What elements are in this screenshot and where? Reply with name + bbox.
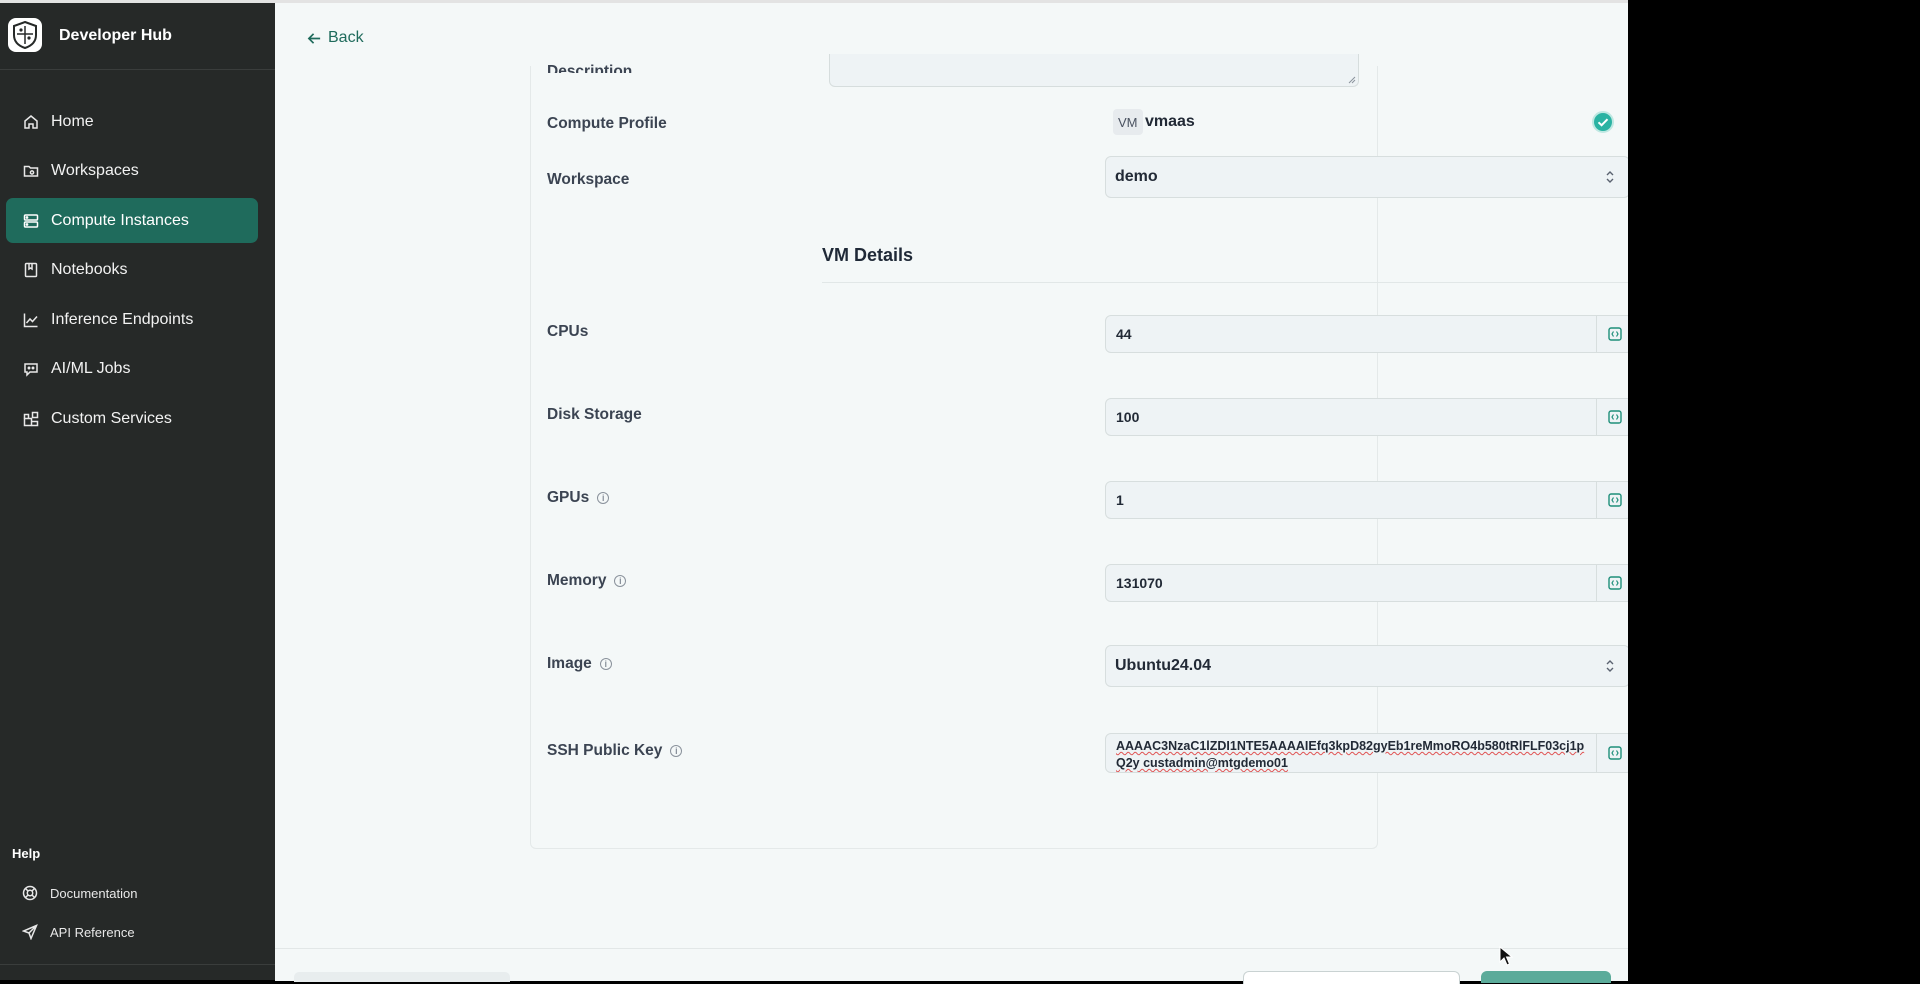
form-footer [275,948,1628,984]
lifebuoy-icon [22,885,38,901]
sidebar: Developer Hub Home Workspaces Compute In… [0,3,275,980]
back-link[interactable]: Back [307,29,364,47]
footer-primary-button[interactable] [1481,971,1611,983]
workspace-value: demo [1115,168,1158,185]
cpus-input[interactable]: 44 [1105,315,1633,353]
sidebar-divider [0,964,275,965]
sidebar-item-compute-instances[interactable]: Compute Instances [6,198,258,244]
info-icon[interactable]: i [614,575,627,587]
help-item-documentation[interactable]: Documentation [22,881,137,905]
info-icon[interactable]: i [599,658,612,670]
compute-profile-value: vmaas [1145,113,1195,130]
outside-window-area [1628,0,1920,980]
app-window: Developer Hub Home Workspaces Compute In… [0,0,1633,984]
disk-storage-label: Disk Storage [547,406,642,423]
workspace-label: Workspace [547,171,630,188]
sidebar-item-workspaces[interactable]: Workspaces [6,149,258,194]
help-section-title: Help [12,846,41,861]
sidebar-item-label: AI/ML Jobs [51,360,131,378]
ssh-variable-button[interactable] [1596,734,1632,772]
code-variable-icon [1607,410,1622,424]
memory-value: 131070 [1116,575,1163,591]
sidebar-nav: Home Workspaces Compute Instances Notebo… [6,99,258,446]
sidebar-item-label: Compute Instances [51,211,189,229]
sidebar-item-notebooks[interactable]: Notebooks [6,248,258,293]
code-variable-icon [1607,746,1622,760]
sidebar-item-label: Home [51,112,94,130]
help-item-label: API Reference [50,924,135,940]
image-value: Ubuntu24.04 [1115,657,1212,674]
memory-input[interactable]: 131070 [1105,564,1633,602]
code-variable-icon [1607,576,1622,590]
sidebar-item-label: Custom Services [51,410,172,428]
compute-profile-badge: VM [1113,109,1143,135]
shield-logo-icon[interactable] [8,18,42,52]
help-item-api-reference[interactable]: API Reference [22,920,135,944]
ssh-key-input[interactable]: AAAAC3NzaC1lZDI1NTE5AAAAIEfq3kpD82gyEb1r… [1105,733,1633,773]
resize-handle-icon[interactable] [1348,76,1356,84]
home-icon [22,113,40,131]
blocks-icon [22,410,40,428]
disk-variable-button[interactable] [1596,399,1632,435]
image-label-row: Image i [547,655,612,673]
app-title: Developer Hub [59,27,172,44]
description-label: Description [547,63,633,73]
gpus-label: GPUs [547,489,590,506]
footer-secondary-button[interactable] [1243,971,1460,984]
sidebar-item-home[interactable]: Home [6,99,258,144]
ssh-key-line-1: AAAAC3NzaC1lZDI1NTE5AAAAIEfq3kpD82gyEb1r… [1116,739,1585,753]
sidebar-item-ai-ml-jobs[interactable]: AI/ML Jobs [6,347,258,392]
send-icon [22,924,38,940]
image-label: Image [547,655,592,672]
sidebar-item-label: Inference Endpoints [51,310,194,328]
notebook-icon [22,261,40,279]
sidebar-item-custom-services[interactable]: Custom Services [6,397,258,442]
footer-left-control[interactable] [294,972,510,982]
chevron-up-down-icon [1606,171,1614,183]
server-icon [22,212,40,230]
cpus-value: 44 [1116,326,1132,342]
code-variable-icon [1607,493,1622,507]
chart-line-icon [22,311,40,329]
section-divider [822,282,1632,283]
gpus-variable-button[interactable] [1596,482,1632,518]
arrow-left-icon [307,31,322,46]
memory-label-row: Memory i [547,572,627,590]
workspace-select[interactable]: demo [1105,156,1630,198]
cpus-label: CPUs [547,323,589,340]
ssh-label-row: SSH Public Key i [547,742,683,760]
back-label: Back [328,29,364,46]
check-circle-icon [1592,111,1614,133]
ssh-label: SSH Public Key [547,742,663,759]
description-label-clipped: Description [547,57,632,73]
sidebar-item-label: Notebooks [51,261,128,279]
vm-details-title: VM Details [822,245,914,265]
mouse-cursor-icon [1499,946,1513,966]
disk-storage-value: 100 [1116,409,1140,425]
cpus-variable-button[interactable] [1596,316,1632,352]
main-content: Back Description Compute Profile VM vmaa… [275,3,1633,984]
brand-header: Developer Hub [0,3,275,70]
memory-variable-button[interactable] [1596,565,1632,601]
info-icon[interactable]: i [670,745,683,757]
gpus-value: 1 [1116,492,1124,508]
chevron-up-down-icon [1606,660,1614,672]
disk-storage-input[interactable]: 100 [1105,398,1633,436]
ssh-key-line-2: Q2y custadmin@mtgdemo01 [1116,756,1288,770]
info-icon[interactable]: i [597,492,610,504]
gpus-input[interactable]: 1 [1105,481,1633,519]
bot-icon [22,360,40,378]
image-select[interactable]: Ubuntu24.04 [1105,645,1630,687]
sidebar-item-label: Workspaces [51,162,139,180]
code-variable-icon [1607,327,1622,341]
description-textarea[interactable] [829,54,1359,87]
help-item-label: Documentation [50,885,138,901]
compute-profile-label: Compute Profile [547,115,667,132]
ssh-key-text: AAAAC3NzaC1lZDI1NTE5AAAAIEfq3kpD82gyEb1r… [1116,738,1592,772]
memory-label: Memory [547,572,607,589]
folder-icon [22,162,40,180]
sidebar-item-inference-endpoints[interactable]: Inference Endpoints [6,297,258,342]
gpus-label-row: GPUs i [547,489,610,507]
